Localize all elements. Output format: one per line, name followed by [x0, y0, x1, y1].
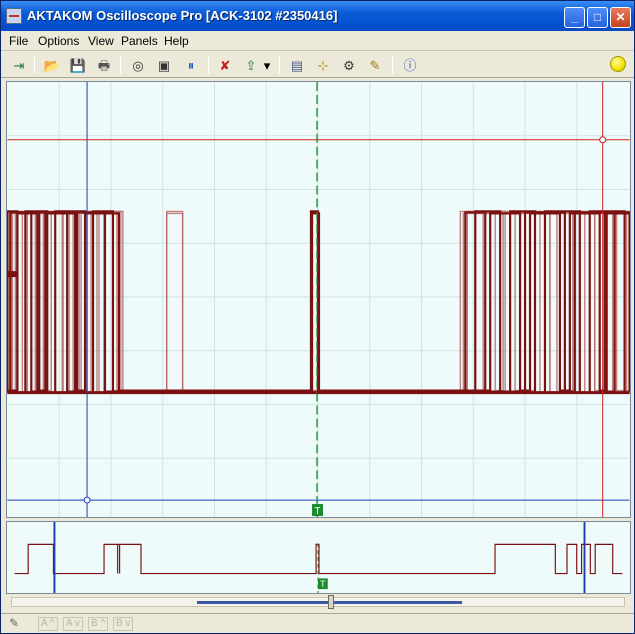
signal-trace	[7, 210, 630, 395]
single-shot-icon[interactable]: ◎	[128, 55, 148, 75]
menu-bar: File Options View Panels Help	[1, 31, 634, 51]
dropdown-arrow-icon[interactable]: ▾	[261, 55, 273, 75]
svg-text:T: T	[320, 579, 326, 589]
exit-icon[interactable]: ⇥	[9, 55, 29, 75]
toolbar-separator	[392, 56, 393, 74]
cursor-b-up-field: B ^	[88, 617, 109, 631]
toolbar: ⇥ 📂 💾 🖶 ◎ ▣ ⏸ ✘ ⇪ ▾ ▤ ⊹ ⚙ ✎ ⓘ	[1, 52, 634, 78]
toolbar-separator	[120, 56, 121, 74]
status-lamp-icon	[610, 56, 626, 72]
print-icon[interactable]: 🖶	[94, 55, 114, 75]
svg-text:T: T	[314, 506, 320, 517]
overview-trigger-marker[interactable]: T	[318, 578, 328, 589]
menu-view[interactable]: View	[88, 34, 114, 48]
status-bar: ✎ A ^ A v B ^ B v	[1, 613, 634, 633]
title-bar[interactable]: AKTAKOM Oscilloscope Pro [ACK-3102 #2350…	[1, 1, 634, 31]
toolbar-separator	[279, 56, 280, 74]
menu-panels[interactable]: Panels	[121, 34, 158, 48]
trigger-marker[interactable]: T	[312, 504, 323, 517]
settings-icon[interactable]: ✎	[365, 55, 385, 75]
toolbar-separator	[34, 56, 35, 74]
save-icon[interactable]: 💾	[68, 55, 88, 75]
scope-display[interactable]: T	[6, 81, 631, 518]
analyzer-icon[interactable]: ⚙	[339, 55, 359, 75]
export-icon[interactable]: ⇪	[241, 55, 261, 75]
screenshot-icon[interactable]: ▣	[154, 55, 174, 75]
cursor-a-up-field: A ^	[38, 617, 58, 631]
overview-display[interactable]: T	[6, 521, 631, 594]
cursor-blue-handle[interactable]	[83, 496, 91, 504]
menu-file[interactable]: File	[9, 34, 28, 48]
app-icon[interactable]	[6, 8, 22, 24]
measure-icon[interactable]: ⊹	[313, 55, 333, 75]
channel-1-level-marker[interactable]	[7, 271, 19, 278]
minimize-button[interactable]: _	[564, 7, 585, 28]
scrollbar-thumb[interactable]	[328, 595, 334, 609]
menu-options[interactable]: Options	[38, 34, 79, 48]
info-icon[interactable]: ⓘ	[400, 55, 420, 75]
maximize-button[interactable]: □	[587, 7, 608, 28]
properties-icon[interactable]: ▤	[287, 55, 307, 75]
open-folder-icon[interactable]: 📂	[42, 55, 62, 75]
cursor-red-handle[interactable]	[599, 136, 607, 144]
cursor-b-down-field: B v	[113, 617, 134, 631]
close-button[interactable]: ✕	[610, 7, 631, 28]
cursor-a-down-field: A v	[63, 617, 83, 631]
toolbar-separator	[208, 56, 209, 74]
main-window: AKTAKOM Oscilloscope Pro [ACK-3102 #2350…	[0, 0, 635, 634]
edit-icon[interactable]: ✎	[9, 616, 33, 631]
delete-marker-icon[interactable]: ✘	[215, 55, 235, 75]
menu-help[interactable]: Help	[164, 34, 189, 48]
pause-icon[interactable]: ⏸	[181, 55, 201, 75]
window-title: AKTAKOM Oscilloscope Pro [ACK-3102 #2350…	[27, 8, 338, 23]
